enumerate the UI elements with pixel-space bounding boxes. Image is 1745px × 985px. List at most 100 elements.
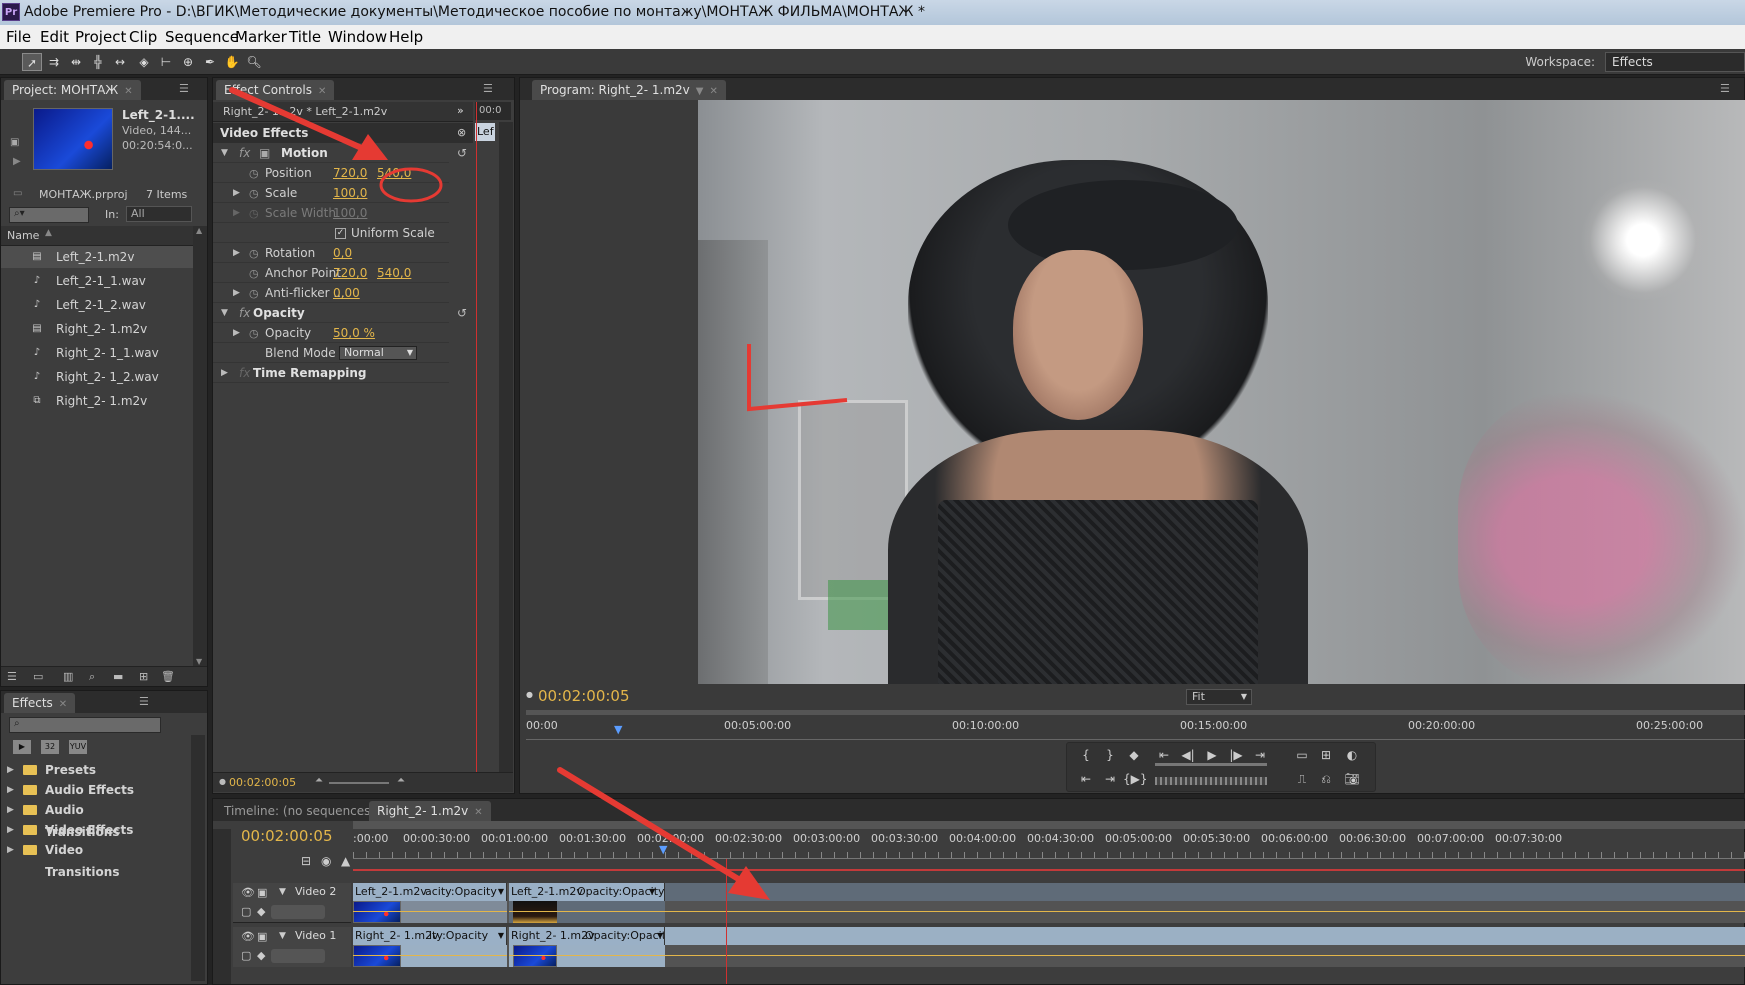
set-marker-icon[interactable]: ◆ xyxy=(1123,745,1145,765)
keyframe-navigator[interactable] xyxy=(271,949,325,963)
uniform-scale-checkbox[interactable]: ✓ xyxy=(335,228,346,239)
ripple-edit-tool-icon[interactable]: ⇹ xyxy=(66,53,86,71)
opacity-rubber-band[interactable] xyxy=(509,955,1745,956)
rate-stretch-tool-icon[interactable]: ↔ xyxy=(110,53,130,71)
safe-margins-icon[interactable]: ▭ xyxy=(1291,745,1313,765)
expand-triangle-icon[interactable]: ▶ xyxy=(233,204,240,223)
project-scrollbar[interactable]: ▲ ▼ xyxy=(193,226,207,666)
selection-tool-icon[interactable]: ➚ xyxy=(22,53,42,71)
show-timeline-icon[interactable]: » xyxy=(457,104,464,117)
list-item[interactable]: ♪ Left_2-1_2.wav xyxy=(1,294,193,316)
stopwatch-icon[interactable]: ◷ xyxy=(249,324,259,343)
pen-tool-icon[interactable]: ✒ xyxy=(200,53,220,71)
scale-value[interactable]: 100,0 xyxy=(333,184,367,203)
expand-triangle-icon[interactable]: ▶ xyxy=(221,364,228,383)
track-select-tool-icon[interactable]: ⇉ xyxy=(44,53,64,71)
expand-triangle-icon[interactable]: ▼ xyxy=(279,931,286,941)
fx-badge-icon[interactable]: fx xyxy=(239,144,250,163)
go-to-out-point-icon[interactable]: ⇥ xyxy=(1249,745,1271,765)
play-icon[interactable]: ▶ xyxy=(1201,745,1223,765)
razor-tool-icon[interactable]: ◈ xyxy=(134,53,154,71)
panel-menu-icon[interactable]: ☰ xyxy=(179,82,189,95)
timeline-left-scrollbar[interactable] xyxy=(213,829,231,984)
tab-project[interactable]: Project: МОНТАЖ ✕ xyxy=(4,80,141,100)
go-to-previous-edit-icon[interactable]: ⇤ xyxy=(1075,769,1097,789)
program-scroll-bar[interactable] xyxy=(526,710,1745,715)
time-remapping-row[interactable]: ▶ fx Time Remapping xyxy=(213,364,449,383)
ec-timecode[interactable]: 00:02:00:05 xyxy=(229,776,296,789)
menu-window[interactable]: Window xyxy=(328,25,387,49)
folder-video-transitions[interactable]: ▶ Video Transitions xyxy=(7,839,157,879)
dropdown-arrow-icon[interactable]: ▼ xyxy=(696,86,704,97)
anti-flicker-value[interactable]: 0,00 xyxy=(333,284,360,303)
effects-search-input[interactable]: ⌕ xyxy=(9,717,161,733)
eye-icon[interactable]: 👁︎ xyxy=(241,886,255,899)
dropdown-arrow-icon[interactable]: ▼ xyxy=(498,883,504,901)
list-view-icon[interactable]: ☰ xyxy=(7,670,17,683)
dropdown-arrow-icon[interactable]: ▼ xyxy=(498,927,504,945)
close-icon[interactable]: ✕ xyxy=(124,86,132,97)
position-y-value[interactable]: 540,0 xyxy=(377,164,411,183)
timeline-playhead-line[interactable] xyxy=(726,859,727,984)
menu-marker[interactable]: Marker xyxy=(235,25,287,49)
accelerated-effects-icon[interactable]: ▶ xyxy=(13,740,31,754)
export-frame-icon[interactable]: 📷︎ xyxy=(1341,769,1363,789)
close-icon[interactable]: ✕ xyxy=(59,699,67,710)
snap-icon[interactable]: ⊟ xyxy=(301,854,311,868)
icon-view-icon[interactable]: ▭ xyxy=(33,670,43,683)
expand-triangle-icon[interactable]: ▶ xyxy=(233,324,240,343)
list-item[interactable]: ▤ Right_2- 1.m2v xyxy=(1,318,193,340)
zoom-out-icon[interactable]: ⏶ xyxy=(315,775,323,786)
extract-icon[interactable]: ⎌ xyxy=(1315,769,1337,789)
timeline-clip[interactable]: Right_2- 1.m2v ity:Opacity ▼ xyxy=(353,927,507,945)
opacity-rubber-band[interactable] xyxy=(353,955,507,956)
shuttle-slider[interactable] xyxy=(1155,763,1267,766)
play-thumbnail-icon[interactable]: ▶ xyxy=(13,156,21,167)
lock-track-icon[interactable]: ▣ xyxy=(257,930,267,943)
hand-tool-icon[interactable]: ✋ xyxy=(222,53,242,71)
reset-icon[interactable]: ↺ xyxy=(457,144,467,163)
effects-scrollbar[interactable] xyxy=(191,735,205,981)
output-icon[interactable]: ⊞ xyxy=(1315,745,1337,765)
ec-mini-time-ruler[interactable]: 00:0 xyxy=(475,102,511,120)
expand-triangle-icon[interactable]: ▶ xyxy=(233,184,240,203)
timeline-timecode[interactable]: 00:02:00:05 xyxy=(241,827,333,845)
menu-sequence[interactable]: Sequence xyxy=(165,25,239,49)
stopwatch-icon[interactable]: ◷ xyxy=(249,264,259,283)
expand-triangle-icon[interactable]: ▼ xyxy=(221,144,228,163)
list-item[interactable]: ♪ Right_2- 1_2.wav xyxy=(1,366,193,388)
close-icon[interactable]: ✕ xyxy=(709,86,717,97)
name-column-header[interactable]: Name xyxy=(7,229,39,242)
play-in-to-out-icon[interactable]: {▶} xyxy=(1123,769,1148,789)
menu-title[interactable]: Title xyxy=(289,25,321,49)
timeline-zoom-bar[interactable] xyxy=(353,821,1745,829)
lift-icon[interactable]: ⎍ xyxy=(1291,769,1313,789)
opacity-value[interactable]: 50,0 % xyxy=(333,324,375,343)
expand-triangle-icon[interactable]: ▼ xyxy=(279,887,286,897)
anchor-y-value[interactable]: 540,0 xyxy=(377,264,411,283)
delete-icon[interactable]: 🗑︎ xyxy=(161,670,175,683)
list-item[interactable]: ⧉ Right_2- 1.m2v xyxy=(1,390,193,412)
keyframe-icon[interactable]: ◉ xyxy=(321,854,331,868)
stopwatch-icon[interactable]: ◷ xyxy=(249,244,259,263)
menu-clip[interactable]: Clip xyxy=(129,25,157,49)
panel-menu-icon[interactable]: ☰ xyxy=(1720,82,1730,95)
display-style-icon[interactable]: ▢ xyxy=(241,905,251,918)
tab-sequence[interactable]: Right_2- 1.m2v ✕ xyxy=(369,801,491,821)
stopwatch-icon[interactable]: ◷ xyxy=(249,164,259,183)
program-time-ruler[interactable]: 00:00 00:05:00:00 00:10:00:00 00:15:00:0… xyxy=(526,716,1745,740)
mark-in-icon[interactable]: { xyxy=(1075,745,1097,765)
automate-to-sequence-icon[interactable]: ▥ xyxy=(63,670,73,683)
timeline-playhead-icon[interactable]: ▼ xyxy=(659,843,667,856)
list-item[interactable]: ♪ Left_2-1_1.wav xyxy=(1,270,193,292)
keyframe-navigator[interactable] xyxy=(271,905,325,919)
rolling-edit-tool-icon[interactable]: ╬ xyxy=(88,53,108,71)
expand-triangle-icon[interactable]: ▼ xyxy=(221,304,228,323)
tab-timeline-no-sequence[interactable]: Timeline: (no sequences) xyxy=(216,801,383,821)
add-marker-icon[interactable]: ▲ xyxy=(341,854,350,868)
program-timecode[interactable]: 00:02:00:05 xyxy=(538,687,630,705)
list-item[interactable]: ▤ Left_2-1.m2v xyxy=(1,246,193,268)
motion-transform-icon[interactable]: ▣ xyxy=(259,144,270,163)
close-icon[interactable]: ✕ xyxy=(474,807,482,818)
folder-presets[interactable]: ▶ Presets xyxy=(7,759,157,781)
